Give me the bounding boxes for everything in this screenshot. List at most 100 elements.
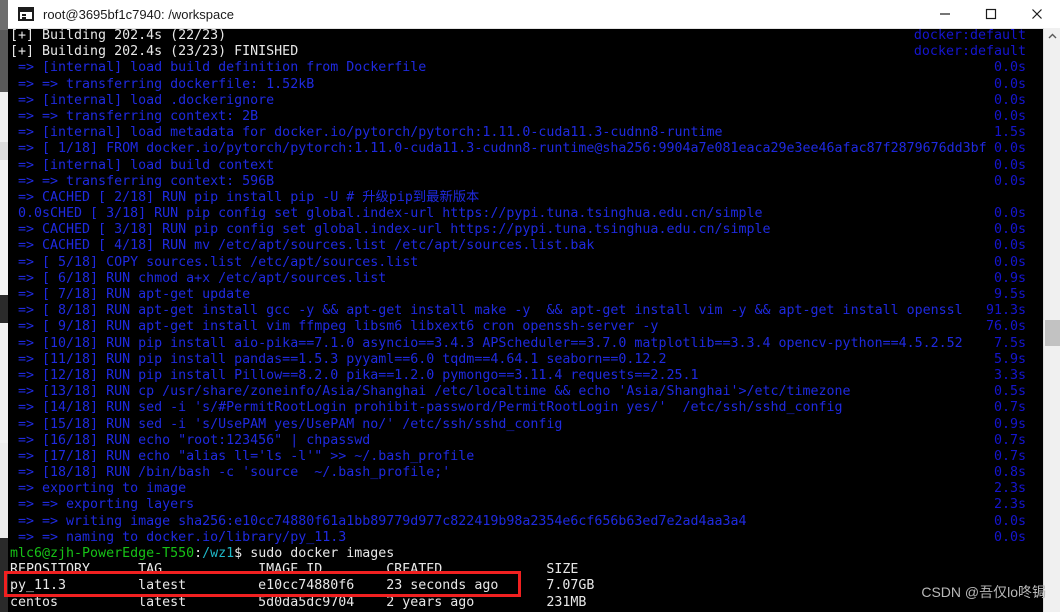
terminal-line-text: => [internal] load .dockerignore [10, 92, 275, 108]
prompt-path: /wz1 [202, 546, 235, 561]
terminal-line-text: => [17/18] RUN echo "alias ll='ls -l'" >… [10, 448, 475, 464]
terminal-line-text: => [14/18] RUN sed -i 's/#PermitRootLogi… [10, 400, 843, 416]
terminal-line-text: => => writing image sha256:e10cc74880f61… [10, 513, 747, 529]
terminal-line: => CACHED [ 3/18] RUN pip config set glo… [10, 222, 1038, 238]
scrollbar-thumb[interactable] [1045, 320, 1060, 346]
prompt-command: sudo docker images [250, 546, 395, 561]
terminal-line: => [ 7/18] RUN apt-get update 9.5s [10, 287, 1038, 303]
window-title: root@3695bf1c7940: /workspace [43, 6, 234, 22]
terminal-line: => [internal] load metadata for docker.i… [10, 125, 1038, 141]
terminal-line-text: => [13/18] RUN cp /usr/share/zoneinfo/As… [10, 384, 851, 400]
terminal-line-text: 0.0sCHED [ 3/18] RUN pip config set glob… [10, 206, 763, 222]
terminal-line: => [15/18] RUN sed -i 's/UsePAM yes/UseP… [10, 417, 1038, 433]
close-button[interactable] [1014, 0, 1060, 28]
prompt-user-host: mlc6@zjh-PowerEdge-T550 [10, 546, 195, 561]
terminal-line-text: => [16/18] RUN echo "root:123456" | chpa… [10, 432, 371, 448]
terminal-line-duration: 9.5s [993, 287, 1026, 302]
terminal-line-text: => [internal] load build definition from… [10, 60, 427, 76]
terminal-line: [+] Building 202.4s (22/23) docker:defaul… [10, 28, 1038, 44]
terminal-line-duration: 0.0s [993, 529, 1026, 545]
terminal-line-duration: 0.7s [993, 432, 1026, 448]
images-table-row: py_11.3 latest e10cc74880f6 23 seconds a… [10, 578, 1038, 594]
terminal-line-text: => [ 5/18] COPY sources.list /etc/apt/so… [10, 254, 419, 270]
terminal-line: => [18/18] RUN /bin/bash -c 'source ~/.b… [10, 465, 1038, 481]
terminal-line-text: => [ 6/18] RUN chmod a+x /etc/apt/source… [10, 270, 387, 286]
terminal-line-text: => => transferring dockerfile: 1.52kB [10, 76, 315, 92]
terminal-line: [+] Building 202.4s (23/23) FINISHED dock… [10, 44, 1038, 60]
images-table-row-text: centos latest 5d0da5dc9704 2 years ago 2… [10, 594, 587, 610]
terminal-line: => [internal] load build context 0.0s [10, 158, 1038, 174]
terminal-line: => [10/18] RUN pip install aio-pika==7.1… [10, 336, 1038, 352]
terminal-line: => exporting to image 2.3s [10, 481, 1038, 497]
minimize-button[interactable] [922, 0, 968, 28]
terminal-line: => => writing image sha256:e10cc74880f61… [10, 514, 1038, 530]
terminal-line-duration: 0.0s [993, 238, 1026, 254]
terminal-line-text: => [ 7/18] RUN apt-get update [10, 287, 251, 302]
terminal-line-duration: 1.5s [993, 125, 1026, 141]
terminal-line: => [16/18] RUN echo "root:123456" | chpa… [10, 433, 1038, 449]
terminal-line: => [ 1/18] FROM docker.io/pytorch/pytorc… [10, 141, 1038, 157]
prompt-separator: : [194, 546, 203, 561]
scroll-up-icon[interactable] [1044, 28, 1060, 45]
vertical-scrollbar[interactable] [1043, 28, 1060, 612]
maximize-button[interactable] [968, 0, 1014, 28]
terminal-line-duration: docker:default [913, 44, 1026, 60]
terminal-line-duration: 0.0s [993, 173, 1026, 189]
terminal-line-duration: 0.0s [993, 157, 1026, 173]
terminal-line-text: => [internal] load build context [10, 157, 275, 173]
terminal-line-duration: 0.0s [993, 222, 1026, 238]
terminal-line-text: => [internal] load metadata for docker.i… [10, 125, 723, 141]
terminal-line-duration: 0.0s [993, 108, 1026, 124]
terminal-icon [18, 7, 34, 21]
images-table-row: centos latest 5d0da5dc9704 2 years ago 2… [10, 595, 1038, 611]
terminal-line-text: => [ 9/18] RUN apt-get install vim ffmpe… [10, 319, 659, 335]
terminal-line: => [13/18] RUN cp /usr/share/zoneinfo/As… [10, 384, 1038, 400]
terminal-line-text: => [10/18] RUN pip install aio-pika==7.1… [10, 335, 963, 351]
terminal-line-text: => CACHED [ 3/18] RUN pip config set glo… [10, 222, 771, 238]
terminal-line: => [17/18] RUN echo "alias ll='ls -l'" >… [10, 449, 1038, 465]
terminal-line-text: => => exporting layers [10, 497, 195, 513]
terminal-line-text: => => transferring context: 596B [10, 173, 275, 189]
terminal-line: => [ 9/18] RUN apt-get install vim ffmpe… [10, 319, 1038, 335]
terminal-line-text: [+] Building 202.4s (23/23) FINISHED [10, 44, 299, 60]
terminal-line: => [internal] load .dockerignore 0.0s [10, 93, 1038, 109]
terminal-line: => [12/18] RUN pip install Pillow==8.2.0… [10, 368, 1038, 384]
terminal-line-duration: 91.3s [985, 303, 1026, 319]
terminal-line-duration: 0.0s [993, 60, 1026, 76]
terminal-line-text: => [ 8/18] RUN apt-get install gcc -y &&… [10, 303, 963, 319]
terminal-line: => [11/18] RUN pip install pandas==1.5.3… [10, 352, 1038, 368]
terminal-line-text: => exporting to image [10, 481, 187, 497]
terminal-line-text: => [11/18] RUN pip install pandas==1.5.3… [10, 351, 667, 367]
terminal-line: => => transferring context: 596B 0.0s [10, 174, 1038, 190]
images-table-row-text: py_11.3 latest e10cc74880f6 23 seconds a… [10, 578, 595, 594]
terminal-line-text: => => naming to docker.io/library/py_11.… [10, 529, 347, 545]
terminal-line-duration: 0.8s [993, 465, 1026, 481]
terminal-line-duration: 0.7s [993, 400, 1026, 416]
terminal-line-text: => [18/18] RUN /bin/bash -c 'source ~/.b… [10, 465, 451, 481]
terminal-line: => CACHED [ 2/18] RUN pip install pip -U… [10, 190, 1038, 206]
terminal-line: => [ 8/18] RUN apt-get install gcc -y &&… [10, 303, 1038, 319]
csdn-watermark: CSDN @吾仅lo咚锔 [921, 584, 1046, 600]
terminal-output-area[interactable]: [+] Building 202.4s (22/23) docker:defaul… [8, 28, 1060, 612]
shell-prompt-line: mlc6@zjh-PowerEdge-T550:/wz1$ sudo docke… [10, 546, 1038, 562]
terminal-line-duration: 5.9s [993, 351, 1026, 367]
terminal-line-duration: 7.5s [993, 335, 1026, 351]
terminal-line-duration: 0.5s [993, 384, 1026, 400]
terminal-line-duration: 0.9s [993, 416, 1026, 432]
terminal-line: => [ 5/18] COPY sources.list /etc/apt/so… [10, 255, 1038, 271]
terminal-line-duration: docker:default [913, 28, 1026, 43]
terminal-line-text: => [ 1/18] FROM docker.io/pytorch/pytorc… [10, 141, 987, 157]
terminal-line-duration: 0.0s [993, 92, 1026, 108]
terminal-line: => CACHED [ 4/18] RUN mv /etc/apt/source… [10, 238, 1038, 254]
images-table-header-text: REPOSITORY TAG IMAGE ID CREATED SIZE [10, 562, 579, 578]
terminal-line: => [14/18] RUN sed -i 's/#PermitRootLogi… [10, 400, 1038, 416]
terminal-line-duration: 0.0s [993, 513, 1026, 529]
terminal-line: => => transferring context: 2B 0.0s [10, 109, 1038, 125]
terminal-line-text: [+] Building 202.4s (22/23) [10, 28, 227, 43]
terminal-line: => => naming to docker.io/library/py_11.… [10, 530, 1038, 546]
terminal-line: => [internal] load build definition from… [10, 60, 1038, 76]
terminal-line-duration: 2.3s [993, 497, 1026, 513]
terminal-line-text: => [15/18] RUN sed -i 's/UsePAM yes/UseP… [10, 416, 563, 432]
terminal-line-duration: 0.9s [993, 270, 1026, 286]
window-titlebar: root@3695bf1c7940: /workspace [8, 0, 1060, 29]
